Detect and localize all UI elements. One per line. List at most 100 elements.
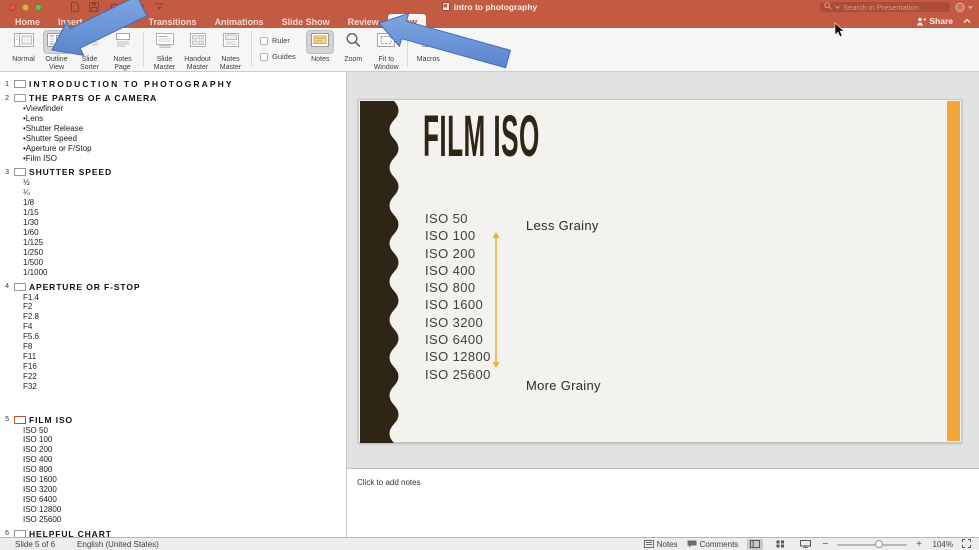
macros-button[interactable]: Macros [413,30,444,64]
save-icon[interactable] [89,2,99,12]
zoom-out-button[interactable]: − [822,539,828,550]
outline-body-line[interactable]: F5.6 [23,332,346,342]
outline-slide-icon[interactable] [14,94,26,102]
slide-sorter-view-button[interactable] [772,539,788,550]
toolbar-options-icon[interactable] [155,2,164,12]
outline-slide-title[interactable]: APERTURE OR F-STOP [29,282,140,292]
outline-body-line[interactable]: 1/15 [23,208,346,218]
fit-to-window-button[interactable]: Fit to Window [371,30,402,71]
ruler-checkbox[interactable]: Ruler [260,36,296,45]
outline-body-line[interactable]: •Viewfinder [23,104,346,114]
outline-body-line[interactable]: ISO 400 [23,455,346,465]
outline-body-line[interactable]: F16 [23,362,346,372]
slide-canvas[interactable]: FILM ISO ISO 50ISO 100ISO 200ISO 400ISO … [358,99,962,443]
notes-button[interactable]: Notes [305,30,336,64]
outline-heading[interactable]: 2THE PARTS OF A CAMERA [0,93,346,103]
slide-master-button[interactable]: Slide Master [149,30,180,71]
outline-body-line[interactable]: ISO 800 [23,465,346,475]
outline-body-line[interactable]: 1/1000 [23,268,346,278]
less-grainy-label[interactable]: Less Grainy [526,218,599,233]
outline-body-line[interactable]: F2.8 [23,312,346,322]
guides-checkbox[interactable]: Guides [260,52,296,61]
iso-value-list[interactable]: ISO 50ISO 100ISO 200ISO 400ISO 800ISO 16… [425,210,491,383]
outline-heading[interactable]: 1INTRODUCTION TO PHOTOGRAPHY [0,79,346,89]
outline-body-line[interactable]: F8 [23,342,346,352]
outline-body-line[interactable]: ½ [23,178,346,188]
outline-slide-title[interactable]: THE PARTS OF A CAMERA [29,93,157,103]
outline-view-button[interactable]: Outline View [41,30,72,71]
outline-body-line[interactable]: ISO 1600 [23,475,346,485]
notes-page-button[interactable]: Notes Page [107,30,138,71]
outline-slide-icon[interactable] [14,168,26,176]
redo-icon[interactable] [134,2,145,12]
fit-slide-to-window-icon[interactable] [962,539,971,550]
outline-body-line[interactable]: •Aperture or F/Stop [23,144,346,154]
outline-body-line[interactable]: F22 [23,372,346,382]
outline-body-line[interactable]: 1/500 [23,258,346,268]
tab-design[interactable]: Design [92,14,140,28]
outline-body-line[interactable]: F1.4 [23,293,346,303]
outline-body-line[interactable]: •Shutter Speed [23,134,346,144]
outline-slide-title[interactable]: INTRODUCTION TO PHOTOGRAPHY [29,79,234,89]
outline-heading[interactable]: 3SHUTTER SPEED [0,167,346,177]
tab-slide-show[interactable]: Slide Show [273,14,339,28]
zoom-percentage[interactable]: 104% [931,540,953,549]
new-document-icon[interactable] [70,2,79,12]
tab-transitions[interactable]: Transitions [140,14,206,28]
outline-heading[interactable]: 5FILM ISO [0,415,346,425]
tab-insert[interactable]: Insert [49,14,92,28]
outline-body-line[interactable]: F4 [23,322,346,332]
outline-body-line[interactable]: F2 [23,302,346,312]
outline-body-line[interactable]: ¼ [23,188,346,198]
outline-body-line[interactable]: ISO 3200 [23,485,346,495]
normal-view-button[interactable] [747,539,763,550]
tab-review[interactable]: Review [339,14,388,28]
outline-body-line[interactable]: ISO 12800 [23,505,346,515]
zoom-slider-knob[interactable] [875,540,883,548]
ruler-checkbox-box[interactable] [260,37,268,45]
outline-slide-title[interactable]: FILM ISO [29,415,73,425]
outline-body-line[interactable]: 1/125 [23,238,346,248]
outline-slide-title[interactable]: HELPFUL CHART [29,529,112,537]
collapse-ribbon-icon[interactable] [963,16,971,26]
outline-body-line[interactable]: •Lens [23,114,346,124]
outline-body-line[interactable]: 1/250 [23,248,346,258]
guides-checkbox-box[interactable] [260,53,268,61]
normal-button[interactable]: Normal [8,30,39,64]
undo-icon[interactable] [109,2,124,12]
tab-home[interactable]: Home [6,14,49,28]
outline-slide-icon[interactable] [14,80,26,88]
slideshow-view-button[interactable] [797,539,813,550]
outline-heading[interactable]: 6HELPFUL CHART [0,529,346,537]
more-grainy-label[interactable]: More Grainy [526,378,601,393]
tab-view[interactable]: View [388,14,426,28]
zoom-in-button[interactable]: + [916,539,922,550]
zoom-button[interactable]: Zoom [338,30,369,64]
outline-body-line[interactable]: ISO 25600 [23,515,346,525]
outline-body-line[interactable]: F11 [23,352,346,362]
notes-master-button[interactable]: Notes Master [215,30,246,71]
zoom-window-button[interactable] [35,4,42,11]
feedback-smiley-icon[interactable] [955,2,973,13]
outline-heading[interactable]: 4APERTURE OR F-STOP [0,282,346,292]
outline-body-line[interactable]: ISO 200 [23,445,346,455]
notes-toggle-button[interactable]: Notes [644,540,678,549]
comments-toggle-button[interactable]: Comments [687,540,739,549]
tab-animations[interactable]: Animations [206,14,273,28]
outline-slide-icon[interactable] [14,530,26,537]
outline-slide-title[interactable]: SHUTTER SPEED [29,167,112,177]
outline-body-line[interactable]: ISO 100 [23,435,346,445]
language-indicator[interactable]: English (United States) [77,540,159,549]
outline-slide-icon[interactable] [14,283,26,291]
outline-body-line[interactable]: ISO 50 [23,426,346,436]
close-window-button[interactable] [9,4,16,11]
outline-body-line[interactable]: •Film ISO [23,154,346,164]
outline-panel[interactable]: 1INTRODUCTION TO PHOTOGRAPHY 2THE PARTS O… [0,72,347,537]
slide-sorter-button[interactable]: Slide Sorter [74,30,105,71]
outline-body-line[interactable]: 1/60 [23,228,346,238]
slide-title[interactable]: FILM ISO [423,113,540,161]
notes-pane[interactable]: Click to add notes [347,468,979,537]
handout-master-button[interactable]: Handout Master [182,30,213,71]
share-button[interactable]: Share [916,16,953,26]
search-input[interactable]: Search in Presentation [820,2,950,12]
